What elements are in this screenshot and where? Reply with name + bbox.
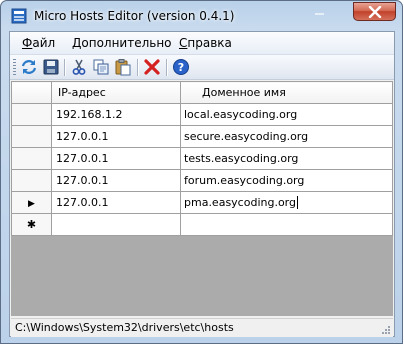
refresh-button[interactable] [20,58,38,76]
toolbar: ? [10,55,394,80]
ip-cell[interactable]: 127.0.0.1 [51,169,181,192]
domain-cell-text: pma.easycoding.org [184,195,296,209]
save-icon [43,59,59,75]
close-button[interactable] [353,2,396,21]
new-ip-cell[interactable] [51,213,181,236]
toolbar-separator [64,59,66,76]
domain-cell[interactable]: tests.easycoding.org [180,147,393,170]
title-bar[interactable]: Micro Hosts Editor (version 0.4.1) [1,1,402,31]
column-header-domain[interactable]: Доменное имя [180,81,393,104]
new-row-asterisk-icon: ✱ [26,218,37,231]
table-row[interactable]: 127.0.0.1 forum.easycoding.org [11,169,393,192]
row-header[interactable] [11,169,52,192]
hosts-grid: IP-адрес Доменное имя 192.168.1.2 local.… [11,81,393,316]
delete-button[interactable] [143,58,161,76]
row-header[interactable] [11,125,52,148]
menu-file[interactable]: Файл [22,36,55,50]
menu-extra[interactable]: Дополнительно [72,36,172,50]
cut-button[interactable] [70,58,88,76]
table-row[interactable]: 127.0.0.1 secure.easycoding.org [11,125,393,148]
hosts-table: IP-адрес Доменное имя 192.168.1.2 local.… [11,81,393,236]
menu-extra-label: ополнительно [81,36,172,50]
toolbar-separator [137,59,139,76]
current-row-marker[interactable]: ▶ [11,191,52,214]
save-button[interactable] [42,58,60,76]
status-bar: C:\Windows\System32\drivers\etc\hosts [11,318,393,337]
paste-button[interactable] [114,58,132,76]
app-icon [11,8,27,24]
menu-help[interactable]: Справка [179,36,232,50]
window-title: Micro Hosts Editor (version 0.4.1) [34,9,235,23]
refresh-icon [21,60,37,74]
table-row[interactable]: 192.168.1.2 local.easycoding.org [11,103,393,126]
domain-cell[interactable]: secure.easycoding.org [180,125,393,148]
table-header-row: IP-адрес Доменное имя [11,81,393,104]
client-area: Файл Дополнительно Справка ? IP-адрес До… [9,31,395,337]
menu-bar: Файл Дополнительно Справка [10,32,394,55]
table-row-current[interactable]: ▶ 127.0.0.1 pma.easycoding.org [11,191,393,214]
table-row-new[interactable]: ✱ [11,213,393,236]
toolbar-separator [166,59,168,76]
new-domain-cell[interactable] [180,213,393,236]
new-row-marker[interactable]: ✱ [11,213,52,236]
delete-icon [144,59,160,75]
domain-cell[interactable]: local.easycoding.org [180,103,393,126]
row-header[interactable] [11,103,52,126]
table-row[interactable]: 127.0.0.1 tests.easycoding.org [11,147,393,170]
minimize-button[interactable] [306,2,332,21]
svg-text:?: ? [178,61,184,74]
close-icon [368,6,382,18]
menu-file-accel: Ф [22,36,33,50]
ip-cell[interactable]: 127.0.0.1 [51,147,181,170]
toolbar-grip[interactable] [13,59,16,75]
copy-icon [93,59,109,75]
ip-cell[interactable]: 127.0.0.1 [51,125,181,148]
domain-cell-editing[interactable]: pma.easycoding.org [180,191,393,214]
current-row-arrow-icon: ▶ [28,199,35,209]
cut-icon [72,59,86,75]
corner-cell[interactable] [11,81,52,104]
row-header[interactable] [11,147,52,170]
app-window: Micro Hosts Editor (version 0.4.1) Файл … [0,0,403,344]
status-path: C:\Windows\System32\drivers\etc\hosts [15,321,234,334]
copy-button[interactable] [92,58,110,76]
resize-grip-icon[interactable] [381,325,391,335]
paste-icon [115,59,131,76]
menu-file-label: айл [32,36,56,50]
domain-cell[interactable]: forum.easycoding.org [180,169,393,192]
ip-cell[interactable]: 127.0.0.1 [51,191,181,214]
menu-extra-accel: Д [72,36,82,50]
ip-cell[interactable]: 192.168.1.2 [51,103,181,126]
help-button[interactable]: ? [172,58,190,76]
column-header-ip[interactable]: IP-адрес [51,81,181,104]
menu-help-label: правка [187,36,232,50]
help-icon: ? [173,59,189,75]
text-cursor [297,196,298,210]
